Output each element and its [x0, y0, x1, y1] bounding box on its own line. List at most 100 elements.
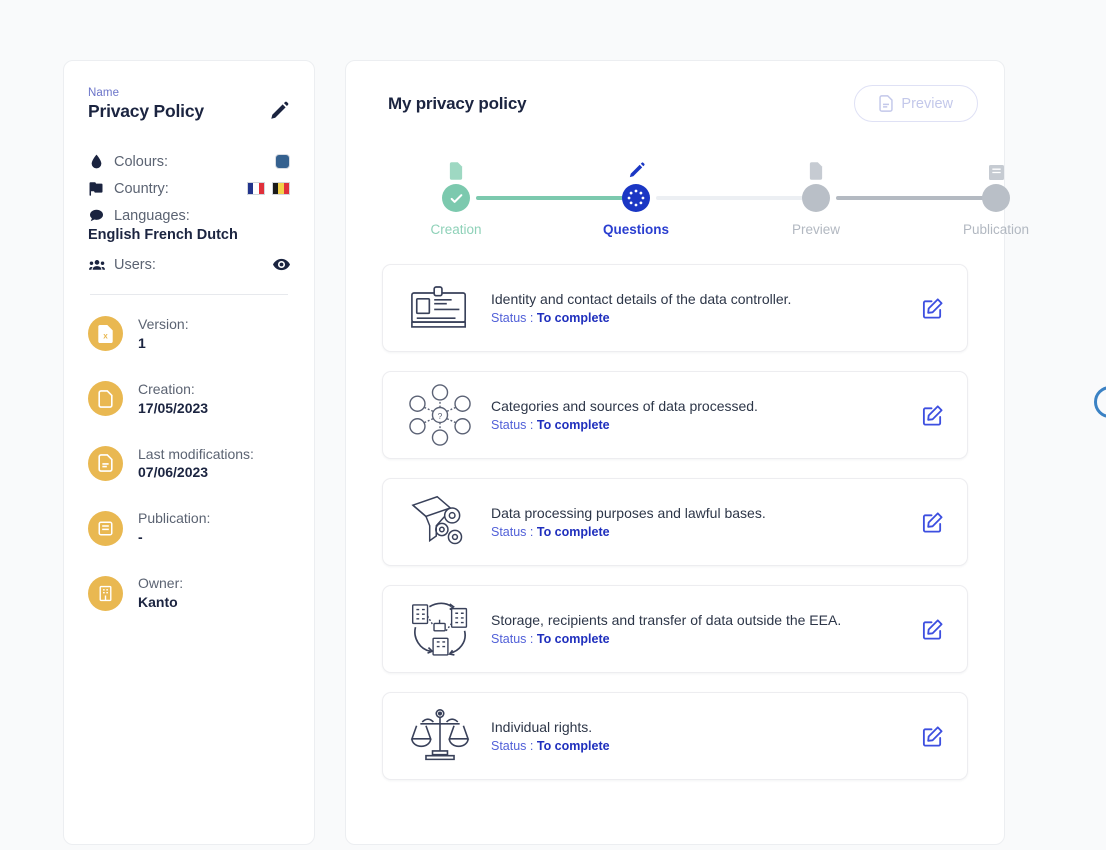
- info-row-creation: Creation: 17/05/2023: [88, 380, 290, 418]
- file-blank-icon: [88, 381, 123, 417]
- table-row[interactable]: Data processing purposes and lawful base…: [382, 478, 968, 566]
- document-icon: [449, 158, 463, 180]
- stepper-dot-creation: [442, 184, 470, 212]
- meta-label-languages: Languages:: [114, 207, 190, 224]
- document-icon: [879, 95, 894, 112]
- status-badge: Status : To complete: [491, 739, 919, 753]
- stepper-label-creation: Creation: [430, 222, 482, 237]
- users-icon: [88, 259, 105, 271]
- status-value: To complete: [536, 739, 610, 753]
- app-page: Name Privacy Policy Colours: Country: La…: [0, 0, 1106, 850]
- name-label: Name: [88, 87, 120, 99]
- main-header: My privacy policy Preview: [368, 85, 982, 122]
- info-row-last-modifications: Last modifications: 07/06/2023: [88, 445, 290, 483]
- edit-square-icon[interactable]: [919, 297, 945, 320]
- svg-text:x: x: [103, 331, 108, 340]
- svg-text:?: ?: [438, 411, 443, 421]
- building-icon: [88, 575, 123, 611]
- stepper-dot-preview: [802, 184, 830, 212]
- scales-icon: [401, 707, 479, 765]
- languages-value: English French Dutch: [88, 227, 238, 243]
- status-badge: Status : To complete: [491, 418, 919, 432]
- info-key-version: Version:: [138, 316, 189, 332]
- status-badge: Status : To complete: [491, 525, 919, 539]
- stepper-dot-publication: [982, 184, 1010, 212]
- file-edit-icon: [88, 445, 123, 481]
- stepper-label-preview: Preview: [791, 222, 840, 237]
- table-row[interactable]: ? Categories and sources of data process…: [382, 371, 968, 459]
- question-card-list: Identity and contact details of the data…: [382, 264, 968, 780]
- info-value-version: 1: [138, 334, 146, 351]
- stepper-step-preview[interactable]: Preview: [756, 158, 876, 237]
- flag-icon: [88, 181, 105, 196]
- question-title: Identity and contact details of the data…: [491, 291, 792, 307]
- meta-label-users: Users:: [114, 256, 156, 273]
- policy-main-panel: My privacy policy Preview Creation Quest…: [345, 60, 1029, 845]
- info-key-publication: Publication:: [138, 510, 211, 527]
- flag-belgium: [272, 182, 290, 195]
- status-value: To complete: [536, 311, 610, 325]
- speech-bubble-icon: [88, 209, 105, 222]
- info-row-version: x Version: 1: [88, 315, 290, 353]
- status-value: To complete: [536, 525, 610, 539]
- status-badge: Status : To complete: [491, 311, 919, 325]
- pencil-icon: [627, 158, 646, 180]
- colour-swatch[interactable]: [275, 154, 290, 169]
- document-search-icon: [809, 158, 823, 180]
- stepper-step-questions[interactable]: Questions: [576, 158, 696, 237]
- stepper-step-publication[interactable]: Publication: [936, 158, 1056, 237]
- question-title: Storage, recipients and transfer of data…: [491, 612, 842, 628]
- edit-square-icon[interactable]: [919, 618, 945, 641]
- stepper-label-questions: Questions: [602, 222, 669, 237]
- status-prefix: Status :: [491, 739, 537, 753]
- book-icon: [88, 510, 123, 546]
- colour-swatch-group[interactable]: [275, 154, 290, 169]
- table-row[interactable]: Storage, recipients and transfer of data…: [382, 585, 968, 673]
- sidebar-divider: [90, 294, 288, 295]
- info-row-publication: Publication: -: [88, 509, 290, 547]
- help-bubble-icon[interactable]: [1094, 386, 1106, 418]
- droplet-icon: [88, 154, 105, 169]
- funnel-gears-icon: [401, 493, 479, 551]
- meta-row-country: Country:: [88, 175, 290, 202]
- policy-name-value: Privacy Policy: [88, 100, 204, 121]
- info-value-creation: 17/05/2023: [138, 399, 209, 416]
- meta-row-colours: Colours:: [88, 148, 290, 175]
- info-key-creation: Creation:: [138, 380, 195, 397]
- table-row[interactable]: Identity and contact details of the data…: [382, 264, 968, 352]
- status-badge: Status : To complete: [491, 632, 919, 646]
- question-title: Data processing purposes and lawful base…: [491, 505, 766, 521]
- id-card-icon: [401, 285, 479, 331]
- meta-row-users: Users:: [88, 251, 290, 278]
- info-value-publication: -: [138, 529, 143, 546]
- edit-square-icon[interactable]: [919, 511, 945, 534]
- info-key-owner: Owner:: [138, 575, 184, 592]
- buildings-transfer-icon: [401, 599, 479, 659]
- meta-label-colours: Colours:: [114, 153, 168, 170]
- info-key-last-modifications: Last modifications:: [138, 445, 254, 462]
- progress-stepper: Creation Questions Preview Publication: [380, 158, 1029, 240]
- question-title: Individual rights.: [491, 719, 593, 735]
- status-prefix: Status :: [491, 418, 537, 432]
- meta-label-country: Country:: [114, 180, 169, 197]
- stepper-step-creation[interactable]: Creation: [396, 158, 516, 237]
- policy-info-list: x Version: 1 Creation: 17/05/2023 Last m…: [88, 315, 290, 612]
- file-version-icon: x: [88, 316, 123, 352]
- stepper-label-publication: Publication: [962, 222, 1030, 237]
- edit-square-icon[interactable]: [919, 725, 945, 748]
- info-value-last-modifications: 07/06/2023: [138, 464, 209, 481]
- stepper-dot-questions: [622, 184, 650, 212]
- book-icon: [988, 158, 1004, 180]
- status-prefix: Status :: [491, 525, 537, 539]
- status-prefix: Status :: [491, 311, 537, 325]
- edit-square-icon[interactable]: [919, 404, 945, 427]
- pencil-icon[interactable]: [268, 100, 290, 122]
- status-prefix: Status :: [491, 632, 537, 646]
- country-flags: [247, 182, 290, 195]
- info-row-owner: Owner: Kanto: [88, 574, 290, 612]
- preview-button[interactable]: Preview: [854, 85, 978, 122]
- view-users-button[interactable]: [273, 256, 290, 273]
- question-title: Categories and sources of data processed…: [491, 398, 758, 414]
- flag-france: [247, 182, 265, 195]
- table-row[interactable]: Individual rights. Status : To complete: [382, 692, 968, 780]
